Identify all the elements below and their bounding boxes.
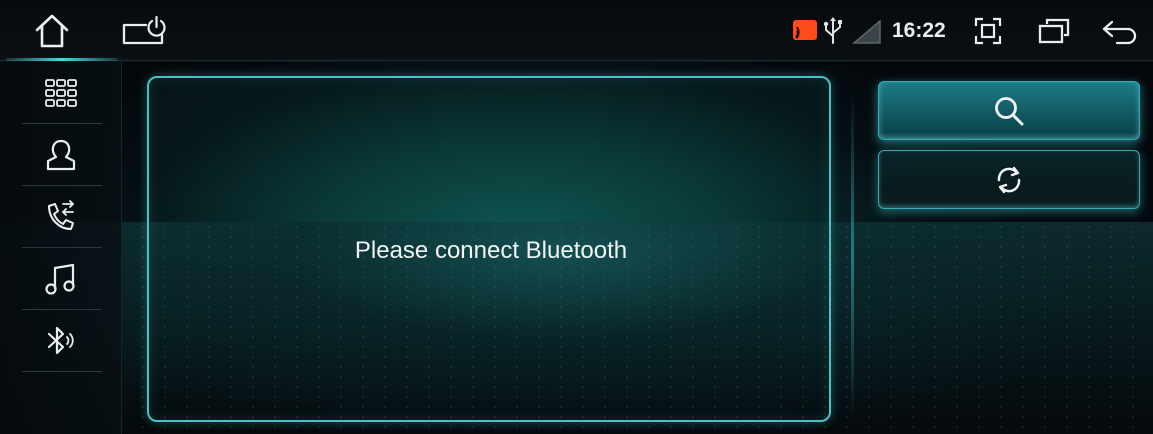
bluetooth-icon	[47, 326, 74, 355]
person-icon	[46, 139, 75, 171]
back-icon[interactable]	[1100, 18, 1140, 46]
search-devices-button[interactable]	[878, 81, 1140, 140]
panel-divider	[851, 90, 854, 420]
sidebar-item-call-log[interactable]	[0, 186, 121, 248]
screen-cast-icon	[790, 17, 820, 45]
screenshot-icon[interactable]	[972, 15, 1004, 47]
connect-message: Please connect Bluetooth	[354, 237, 628, 264]
recent-apps-icon[interactable]	[1036, 16, 1072, 46]
home-tab-underline	[6, 58, 118, 61]
home-icon[interactable]	[32, 12, 72, 50]
sidebar-item-bluetooth[interactable]	[0, 310, 121, 372]
status-bar: 16:22	[0, 0, 1153, 62]
status-bar-divider	[0, 60, 1153, 61]
device-list-panel: Please connect Bluetooth	[147, 76, 831, 422]
search-icon	[995, 96, 1024, 125]
sidebar	[0, 62, 122, 434]
signal-icon	[850, 18, 884, 46]
sidebar-item-contacts[interactable]	[0, 124, 121, 186]
car-power-icon[interactable]	[122, 14, 168, 48]
sidebar-item-music[interactable]	[0, 248, 121, 310]
sidebar-item-apps[interactable]	[0, 62, 121, 124]
refresh-icon	[997, 166, 1021, 193]
phone-transfer-icon	[47, 200, 74, 230]
sidebar-separator	[22, 371, 102, 372]
usb-icon	[820, 16, 846, 46]
music-note-icon	[44, 263, 75, 295]
status-clock: 16:22	[892, 19, 946, 42]
refresh-button[interactable]	[878, 150, 1140, 209]
bluetooth-screen: 16:22 Please connect Bluetooth	[0, 0, 1153, 434]
grid-icon	[44, 79, 77, 107]
